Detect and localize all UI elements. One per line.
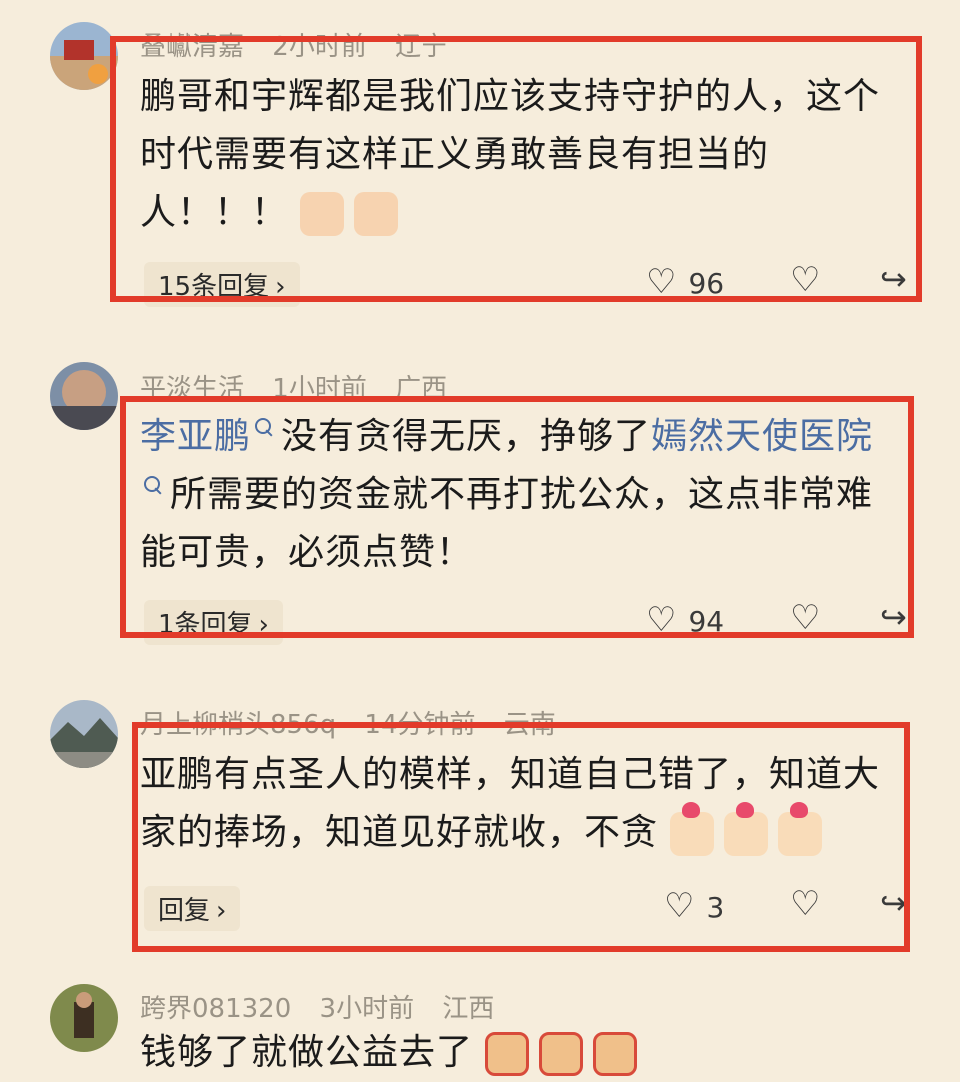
timestamp: 3小时前 — [319, 994, 415, 1024]
username[interactable]: 跨界081320 — [140, 994, 291, 1024]
highlight-box — [110, 36, 922, 302]
avatar[interactable] — [50, 22, 118, 90]
highlight-box — [120, 396, 914, 638]
avatar[interactable] — [50, 984, 118, 1052]
highlight-box — [132, 722, 910, 952]
avatar[interactable] — [50, 700, 118, 768]
comment-text: 钱够了就做公益去了 — [140, 1024, 900, 1082]
thumbs-up-icon — [485, 1032, 530, 1076]
thumbs-up-icon — [539, 1032, 584, 1076]
comment-body: 钱够了就做公益去了 — [140, 1032, 474, 1073]
avatar[interactable] — [50, 362, 118, 430]
thumbs-up-icon — [593, 1032, 638, 1076]
comment-meta: 跨界081320 3小时前 江西 — [140, 988, 514, 1025]
location: 江西 — [442, 994, 495, 1024]
